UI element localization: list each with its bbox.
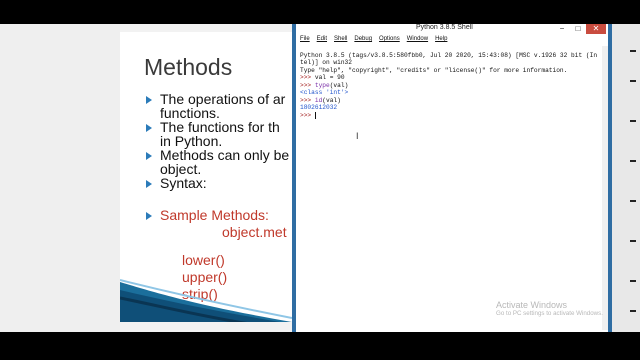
- shell-title-bar[interactable]: Python 3.8.5 Shell − □ ✕: [296, 24, 608, 35]
- bullet-arrow-icon: [146, 212, 152, 220]
- console-prompt: >>>: [300, 111, 315, 119]
- bullet-item: Methods can only be: [146, 148, 292, 162]
- slide-bullet-list: The operations of ar functions. The func…: [146, 92, 292, 190]
- text-cursor: [314, 111, 316, 119]
- bullet-item: The operations of ar: [146, 92, 292, 106]
- console-line: >>> val = 90: [300, 74, 604, 82]
- presentation-slide: Methods The operations of ar functions. …: [120, 32, 292, 322]
- console-output: <class 'int'>: [300, 89, 349, 96]
- activate-windows-watermark: Activate Windows Go to PC settings to ac…: [496, 300, 603, 317]
- bullet-continuation: object.: [146, 162, 292, 176]
- bullet-item: The functions for th: [146, 120, 292, 134]
- bullet-arrow-icon: [146, 180, 152, 188]
- shell-scrollbar[interactable]: [602, 46, 608, 330]
- mouse-ibeam-icon: I: [356, 131, 359, 141]
- bottom-letterbox: [0, 332, 640, 360]
- watermark-title: Activate Windows: [496, 300, 568, 310]
- bullet-item: Syntax:: [146, 176, 292, 190]
- window-controls: − □ ✕: [554, 24, 606, 34]
- bullet-text: Syntax:: [160, 175, 207, 191]
- bullet-continuation: in Python.: [146, 134, 292, 148]
- syntax-example: object.met: [222, 224, 287, 240]
- console-prompt: >>>: [300, 74, 315, 81]
- method-item: lower(): [182, 252, 225, 268]
- sample-methods-heading: Sample Methods:: [160, 207, 269, 223]
- bullet-arrow-icon: [146, 152, 152, 160]
- slide-decorative-wave: [120, 279, 292, 322]
- bullet-continuation: functions.: [146, 106, 292, 120]
- bullet-item: Sample Methods:: [146, 208, 292, 222]
- right-ruler-ticks: [630, 40, 636, 320]
- console-input: (val): [322, 96, 341, 104]
- bullet-arrow-icon: [146, 124, 152, 132]
- close-button[interactable]: ✕: [586, 24, 606, 34]
- console-line: >>> type(val): [300, 82, 604, 90]
- console-input: (val): [329, 81, 349, 89]
- slide-title: Methods: [144, 54, 233, 80]
- slide-sorter-area: [0, 24, 120, 332]
- console-line: Python 3.8.5 (tags/v3.8.5:580fbb0, Jul 2…: [300, 51, 598, 59]
- shell-console-text[interactable]: Python 3.8.5 (tags/v3.8.5:580fbb0, Jul 2…: [300, 44, 604, 134]
- bullet-arrow-icon: [146, 96, 152, 104]
- top-letterbox: [0, 0, 640, 24]
- sample-methods-bullet: Sample Methods:: [146, 208, 292, 222]
- console-line: Type "help", "copyright", "credits" or "…: [300, 66, 568, 74]
- console-line: tel)] on win32: [300, 59, 352, 66]
- console-line: >>> id(val): [300, 97, 604, 105]
- minimize-button[interactable]: −: [554, 24, 570, 34]
- console-prompt: >>>: [300, 96, 315, 104]
- console-prompt: >>>: [300, 81, 315, 89]
- shell-window-title: Python 3.8.5 Shell: [416, 24, 473, 31]
- console-input: val = 90: [314, 74, 345, 81]
- console-line: >>>: [300, 111, 604, 120]
- watermark-subtitle: Go to PC settings to activate Windows.: [496, 310, 603, 317]
- console-builtin: type: [314, 81, 330, 89]
- python-shell-window[interactable]: Python 3.8.5 Shell − □ ✕ File Edit Shell…: [292, 24, 612, 332]
- maximize-button[interactable]: □: [570, 24, 586, 34]
- console-output: 1802612032: [300, 104, 338, 111]
